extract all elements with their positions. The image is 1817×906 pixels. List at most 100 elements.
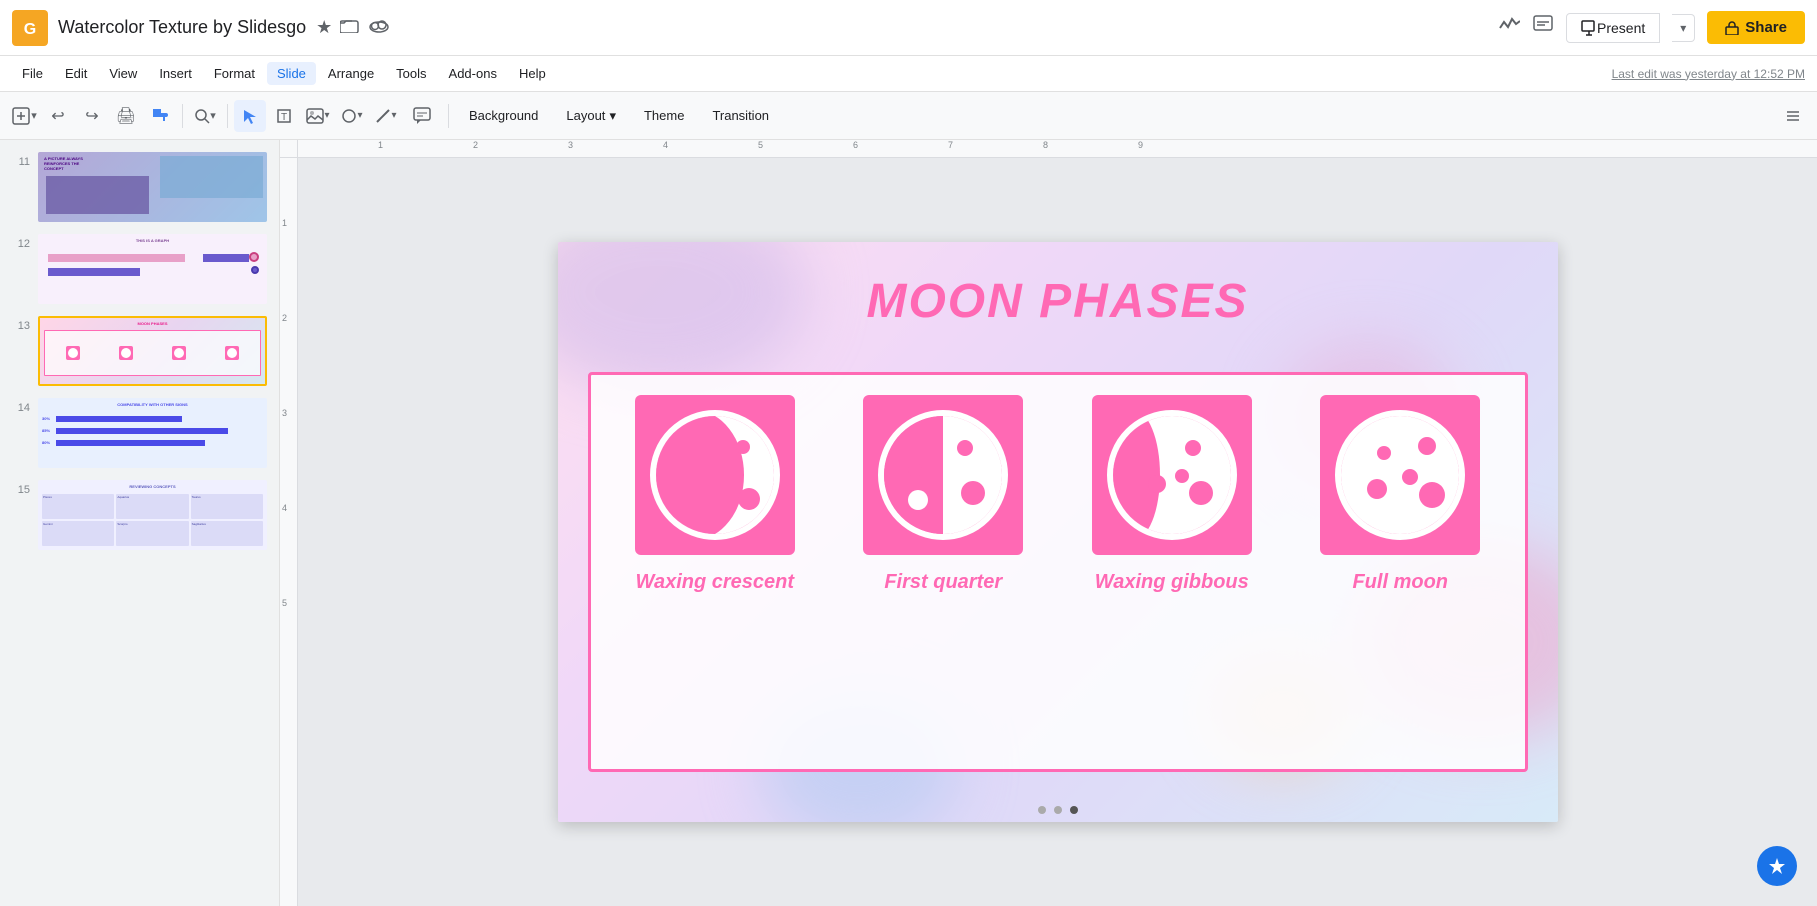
- comment-button[interactable]: [1532, 14, 1554, 42]
- toolbar: ▾ ↩ ↪ 🖨 ▾ T ▾ ▾: [0, 92, 1817, 140]
- folder-icon[interactable]: [340, 17, 360, 38]
- select-tool-button[interactable]: [234, 100, 266, 132]
- nav-dot-2: [1054, 806, 1062, 814]
- layout-button[interactable]: Layout ▾: [554, 100, 628, 132]
- comment-tool-button[interactable]: [404, 100, 440, 132]
- moon-icon-first-quarter: [863, 395, 1023, 555]
- menu-insert[interactable]: Insert: [149, 62, 202, 85]
- full-moon-dot-5: [1377, 446, 1391, 460]
- nav-dot-3: [1070, 806, 1078, 814]
- ruler-corner: [280, 140, 298, 158]
- slide-title: MOON PHASES: [866, 274, 1248, 329]
- menu-addons[interactable]: Add-ons: [439, 62, 507, 85]
- present-dropdown-button[interactable]: ▾: [1672, 14, 1695, 42]
- slide-thumb-12[interactable]: 12 THIS IS A GRAPH: [8, 230, 271, 308]
- toolbar-group-basic: ▾ ↩ ↪ 🖨 ▾ T ▾ ▾: [8, 100, 440, 132]
- quarter-dot-3: [908, 463, 922, 477]
- gibbous-inner: [1113, 416, 1231, 534]
- divider3: [448, 104, 449, 128]
- slide-num-14: 14: [12, 398, 30, 414]
- menu-format[interactable]: Format: [204, 62, 265, 85]
- moon-items: Waxing crescent: [591, 375, 1525, 769]
- star-icon[interactable]: ★: [316, 17, 332, 38]
- theme-button[interactable]: Theme: [632, 100, 696, 132]
- slide-preview-12: THIS IS A GRAPH: [38, 234, 267, 304]
- redo-button[interactable]: ↪: [76, 100, 108, 132]
- moon-label-waxing-gibbous: Waxing gibbous: [1095, 571, 1249, 594]
- image-tool-button[interactable]: ▾: [302, 100, 334, 132]
- present-label: Present: [1597, 20, 1645, 36]
- svg-text:T: T: [281, 112, 287, 123]
- full-moon-dot-4: [1367, 479, 1387, 499]
- topbar-right: Present ▾ Share: [1498, 11, 1805, 44]
- smart-compose-button[interactable]: [1757, 846, 1797, 886]
- slide-num-11: 11: [12, 152, 30, 168]
- print-button[interactable]: 🖨: [110, 100, 142, 132]
- moon-icon-waxing-crescent: [635, 395, 795, 555]
- background-button[interactable]: Background: [457, 100, 550, 132]
- ruler-marks-horizontal: 1 2 3 4 5 6 7 8 9: [298, 140, 1817, 158]
- layout-dropdown-icon: ▾: [609, 108, 616, 124]
- nav-dot-1: [1038, 806, 1046, 814]
- menu-slide[interactable]: Slide: [267, 62, 316, 85]
- gibbous-dot-1: [1189, 481, 1213, 505]
- slide-preview-13: MOON PHASES: [38, 316, 267, 386]
- slide-num-15: 15: [12, 480, 30, 496]
- slide[interactable]: MOON PHASES: [558, 242, 1558, 822]
- quarter-dot-2: [957, 440, 973, 456]
- undo-button[interactable]: ↩: [42, 100, 74, 132]
- line-tool-button[interactable]: ▾: [370, 100, 402, 132]
- gibbous-dot-2: [1185, 440, 1201, 456]
- canvas-wrapper: 1 2 3 4 5 MOON PHASES: [280, 158, 1817, 906]
- slide-preview-11: A PICTURE ALWAYSREINFORCES THECONCEPT: [38, 152, 267, 222]
- gibbous-dot-4: [1148, 475, 1166, 493]
- menu-edit[interactable]: Edit: [55, 62, 97, 85]
- share-label: Share: [1745, 19, 1787, 36]
- text-tool-button[interactable]: T: [268, 100, 300, 132]
- moon-label-first-quarter: First quarter: [884, 571, 1002, 594]
- add-slide-button[interactable]: ▾: [8, 100, 40, 132]
- sidebar-toggle-button[interactable]: [1777, 100, 1809, 132]
- slide-canvas[interactable]: MOON PHASES: [298, 158, 1817, 906]
- slide-thumb-15[interactable]: 15 REVIEWING CONCEPTS Pisces Aquarius Ta…: [8, 476, 271, 554]
- canvas-area: 1 2 3 4 5 6 7 8 9 1 2 3 4 5: [280, 140, 1817, 906]
- divider1: [182, 104, 183, 128]
- paint-format-button[interactable]: [144, 100, 176, 132]
- transition-button[interactable]: Transition: [700, 100, 781, 132]
- ruler-horizontal: 1 2 3 4 5 6 7 8 9: [280, 140, 1817, 158]
- menu-tools[interactable]: Tools: [386, 62, 436, 85]
- slide-num-12: 12: [12, 234, 30, 250]
- menu-bar: File Edit View Insert Format Slide Arran…: [0, 56, 1817, 92]
- moon-item-full-moon: Full moon: [1320, 395, 1480, 594]
- shapes-tool-button[interactable]: ▾: [336, 100, 368, 132]
- quarter-inner: [884, 416, 1002, 534]
- cloud-icon[interactable]: [368, 17, 390, 38]
- moon-icon-full-moon: [1320, 395, 1480, 555]
- full-moon-dot-1: [1419, 482, 1445, 508]
- zoom-button[interactable]: ▾: [189, 100, 221, 132]
- slide-num-13: 13: [12, 316, 30, 332]
- gibbous-dot-3: [1175, 469, 1189, 483]
- moon-label-full-moon: Full moon: [1352, 571, 1448, 594]
- document-title: Watercolor Texture by Slidesgo: [58, 17, 306, 38]
- ruler-vertical: 1 2 3 4 5: [280, 158, 298, 906]
- menu-help[interactable]: Help: [509, 62, 556, 85]
- quarter-right-half: [943, 416, 1002, 534]
- divider2: [227, 104, 228, 128]
- menu-view[interactable]: View: [99, 62, 147, 85]
- slide-navigation-dots: [1038, 806, 1078, 814]
- slide-thumb-11[interactable]: 11 A PICTURE ALWAYSREINFORCES THECONCEPT: [8, 148, 271, 226]
- slide-thumb-13[interactable]: 13 MOON PHASES: [8, 312, 271, 390]
- present-button[interactable]: Present: [1566, 13, 1660, 43]
- crescent-dot-2: [736, 440, 750, 454]
- menu-file[interactable]: File: [12, 62, 53, 85]
- moon-icon-waxing-gibbous: [1092, 395, 1252, 555]
- full-moon-inner: [1341, 416, 1459, 534]
- moon-item-waxing-gibbous: Waxing gibbous: [1092, 395, 1252, 594]
- app-logo: G: [12, 10, 48, 46]
- menu-arrange[interactable]: Arrange: [318, 62, 384, 85]
- activity-button[interactable]: [1498, 14, 1520, 42]
- slide-thumb-14[interactable]: 14 COMPATIBILITY WITH OTHER SIGNS 30% 85…: [8, 394, 271, 472]
- share-button[interactable]: Share: [1707, 11, 1805, 44]
- content-box: Waxing crescent: [588, 372, 1528, 772]
